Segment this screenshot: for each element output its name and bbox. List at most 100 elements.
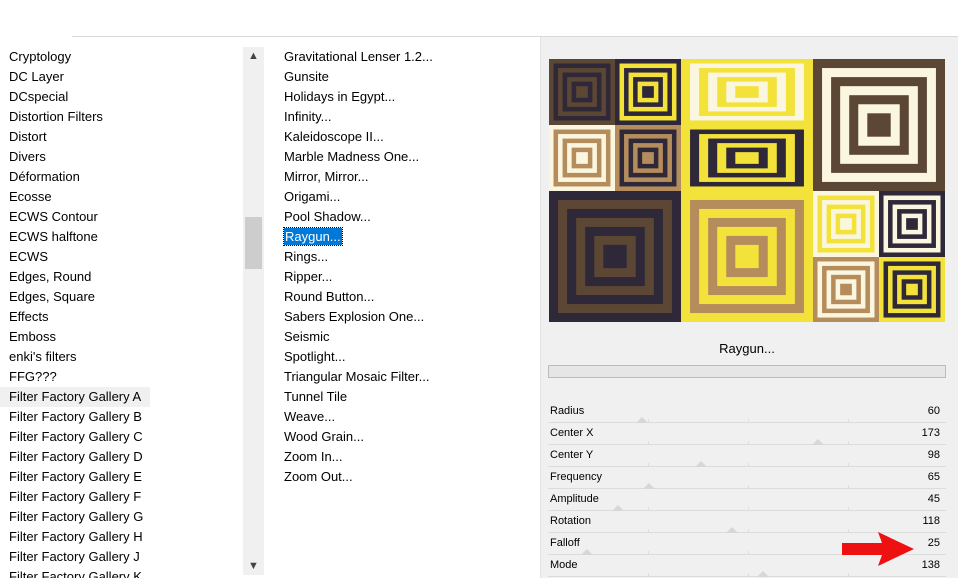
filter-item-label: Seismic — [284, 329, 330, 344]
filter-item-label: Gravitational Lenser 1.2... — [284, 49, 433, 64]
param-value: 45 — [927, 493, 940, 505]
filter-item[interactable]: Sabers Explosion One... — [282, 307, 532, 327]
slider-tick — [748, 485, 749, 488]
filter-item-label: Pool Shadow... — [284, 209, 371, 224]
category-list[interactable]: Cryptology DC Layer DCspecial Distortion Fi… — [0, 47, 242, 578]
category-item[interactable]: Filter Factory Gallery K — [0, 567, 242, 578]
category-item[interactable]: ECWS — [0, 247, 242, 267]
category-item[interactable]: Distort — [0, 127, 242, 147]
slider-tick — [748, 507, 749, 510]
scrollbar-thumb[interactable] — [245, 217, 262, 269]
preview-tile-ring — [906, 283, 918, 296]
param-value: 173 — [921, 427, 940, 439]
filter-item[interactable]: Zoom Out... — [282, 467, 532, 487]
filter-item-label: Wood Grain... — [284, 429, 364, 444]
slider-tick — [848, 573, 849, 576]
slider-thumb[interactable] — [757, 571, 769, 577]
filter-item-label: Holidays in Egypt... — [284, 89, 396, 104]
slider-track[interactable] — [548, 576, 946, 577]
category-item[interactable]: Edges, Round — [0, 267, 242, 287]
category-item[interactable]: FFG??? — [0, 367, 242, 387]
slider-tick — [748, 573, 749, 576]
filter-item[interactable]: Tunnel Tile — [282, 387, 532, 407]
filter-item[interactable]: Zoom In... — [282, 447, 532, 467]
filter-item[interactable]: Triangular Mosaic Filter... — [282, 367, 532, 387]
category-item[interactable]: Effects — [0, 307, 242, 327]
category-list-panel: Cryptology DC Layer DCspecial Distortion Fi… — [0, 37, 266, 578]
param-label: Center X — [550, 427, 594, 439]
filter-item[interactable]: Gunsite — [282, 67, 532, 87]
category-item[interactable]: DC Layer — [0, 67, 242, 87]
category-item[interactable]: Filter Factory Gallery D — [0, 447, 242, 467]
preview-tile-ring — [840, 218, 852, 230]
category-item[interactable]: Emboss — [0, 327, 242, 347]
filter-item[interactable]: Round Button... — [282, 287, 532, 307]
filter-item[interactable]: Origami... — [282, 187, 532, 207]
scroll-down-icon[interactable]: ▼ — [243, 557, 264, 575]
param-value: 25 — [927, 537, 940, 549]
param-value: 65 — [927, 471, 940, 483]
filter-item[interactable]: Wood Grain... — [282, 427, 532, 447]
filter-item[interactable]: Pool Shadow... — [282, 207, 532, 227]
filter-list[interactable]: Gravitational Lenser 1.2... Gunsite Holida… — [282, 47, 532, 487]
filter-item[interactable]: Infinity... — [282, 107, 532, 127]
param-value: 98 — [927, 449, 940, 461]
category-item[interactable]: Edges, Square — [0, 287, 242, 307]
slider-tick — [848, 419, 849, 422]
category-item[interactable]: Filter Factory Gallery G — [0, 507, 242, 527]
param-label: Radius — [550, 405, 585, 417]
filter-item[interactable]: Kaleidoscope II... — [282, 127, 532, 147]
category-item[interactable]: DCspecial — [0, 87, 242, 107]
preview-tile-ring — [867, 113, 891, 137]
category-item[interactable]: Filter Factory Gallery H — [0, 527, 242, 547]
scroll-up-icon[interactable]: ▲ — [243, 47, 264, 65]
slider-tick — [648, 419, 649, 422]
preview-image — [549, 59, 945, 322]
filter-item-label: Origami... — [284, 189, 341, 204]
category-item[interactable]: ECWS Contour — [0, 207, 242, 227]
filter-item[interactable]: Seismic — [282, 327, 532, 347]
filter-item[interactable]: Ripper... — [282, 267, 532, 287]
category-item-selected[interactable]: Filter Factory Gallery A — [0, 387, 150, 407]
category-item[interactable]: enki's filters — [0, 347, 242, 367]
preview-tile-ring — [603, 244, 627, 269]
category-item[interactable]: Déformation — [0, 167, 242, 187]
filter-item-label: Round Button... — [284, 289, 375, 304]
category-scrollbar[interactable]: ▲ ▼ — [243, 47, 264, 575]
filter-item[interactable]: Gravitational Lenser 1.2... — [282, 47, 532, 67]
category-item[interactable]: Ecosse — [0, 187, 242, 207]
filter-item[interactable]: Mirror, Mirror... — [282, 167, 532, 187]
category-item[interactable]: ECWS halftone — [0, 227, 242, 247]
category-item[interactable]: Filter Factory Gallery E — [0, 467, 242, 487]
category-item[interactable]: Filter Factory Gallery C — [0, 427, 242, 447]
filter-item[interactable]: Marble Madness One... — [282, 147, 532, 167]
param-label: Frequency — [550, 471, 602, 483]
slider-tick — [648, 463, 649, 466]
category-item[interactable]: Distortion Filters — [0, 107, 242, 127]
param-value: 60 — [927, 405, 940, 417]
filter-item-label: Sabers Explosion One... — [284, 309, 425, 324]
filter-item[interactable]: Spotlight... — [282, 347, 532, 367]
filter-item-selected[interactable]: Raygun... — [282, 227, 532, 247]
progress-bar — [548, 365, 946, 378]
slider-tick — [748, 551, 749, 554]
filter-item-label: Rings... — [284, 249, 329, 264]
param-row-radius: Radius 60 — [548, 401, 946, 423]
slider-tick — [848, 463, 849, 466]
filter-item[interactable]: Holidays in Egypt... — [282, 87, 532, 107]
param-label: Mode — [550, 559, 578, 571]
param-row-amplitude: Amplitude 45 — [548, 489, 946, 511]
filter-list-panel: Gravitational Lenser 1.2... Gunsite Holida… — [270, 37, 536, 578]
preview-tile-ring — [735, 152, 759, 164]
filter-item-label: Triangular Mosaic Filter... — [284, 369, 430, 384]
category-item[interactable]: Filter Factory Gallery J — [0, 547, 242, 567]
filter-item[interactable]: Rings... — [282, 247, 532, 267]
category-item[interactable]: Divers — [0, 147, 242, 167]
category-item[interactable]: Filter Factory Gallery B — [0, 407, 242, 427]
preview-canvas — [549, 59, 945, 322]
filter-item-label: Gunsite — [284, 69, 329, 84]
preview-tile-ring — [735, 244, 759, 269]
filter-item[interactable]: Weave... — [282, 407, 532, 427]
category-item[interactable]: Filter Factory Gallery F — [0, 487, 242, 507]
category-item[interactable]: Cryptology — [0, 47, 242, 67]
